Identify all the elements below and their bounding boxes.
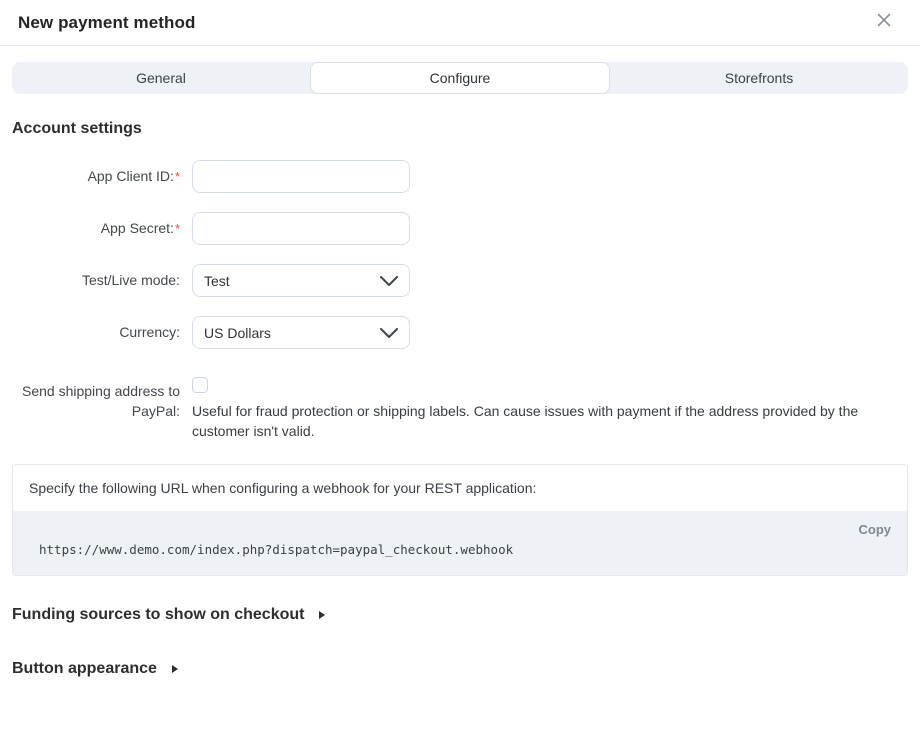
webhook-code-area: Copy https://www.demo.com/index.php?disp… <box>13 511 907 575</box>
test-live-mode-select[interactable]: Test <box>192 264 410 297</box>
test-live-mode-value: Test <box>204 273 230 289</box>
tab-configure[interactable]: Configure <box>310 62 610 94</box>
app-client-id-label-text: App Client ID: <box>88 168 174 184</box>
chevron-down-icon <box>380 273 398 289</box>
app-client-id-row: App Client ID:* <box>12 160 908 193</box>
tab-storefronts[interactable]: Storefronts <box>610 62 908 94</box>
currency-label: Currency: <box>12 316 180 349</box>
dialog-header: New payment method <box>0 0 920 46</box>
section-funding-sources[interactable]: Funding sources to show on checkout <box>12 606 908 624</box>
test-live-mode-row: Test/Live mode: Test <box>12 264 908 297</box>
app-secret-label: App Secret:* <box>12 212 180 245</box>
currency-value: US Dollars <box>204 325 271 341</box>
caret-right-icon <box>319 611 325 619</box>
webhook-url: https://www.demo.com/index.php?dispatch=… <box>29 542 891 557</box>
close-icon <box>876 12 892 33</box>
send-shipping-help-text: Useful for fraud protection or shipping … <box>192 401 888 441</box>
account-settings-heading: Account settings <box>12 120 908 138</box>
tab-general[interactable]: General <box>12 62 310 94</box>
account-settings-form: App Client ID:* App Secret:* Test/Live m… <box>12 160 908 441</box>
send-shipping-label: Send shipping address to PayPal: <box>12 377 180 441</box>
required-asterisk: * <box>175 221 180 236</box>
close-button[interactable] <box>872 11 896 35</box>
button-appearance-label: Button appearance <box>12 660 157 678</box>
app-client-id-label: App Client ID:* <box>12 160 180 193</box>
app-client-id-input[interactable] <box>192 160 410 193</box>
test-live-mode-label: Test/Live mode: <box>12 264 180 297</box>
dialog-title: New payment method <box>18 13 196 33</box>
send-shipping-row: Send shipping address to PayPal: Useful … <box>12 377 908 441</box>
send-shipping-checkbox[interactable] <box>192 377 208 393</box>
currency-select[interactable]: US Dollars <box>192 316 410 349</box>
required-asterisk: * <box>175 169 180 184</box>
caret-right-icon <box>172 665 178 673</box>
section-button-appearance[interactable]: Button appearance <box>12 660 908 678</box>
webhook-instruction: Specify the following URL when configuri… <box>13 465 907 511</box>
app-secret-row: App Secret:* <box>12 212 908 245</box>
chevron-down-icon <box>380 325 398 341</box>
tab-bar: General Configure Storefronts <box>12 62 908 94</box>
app-secret-label-text: App Secret: <box>101 220 174 236</box>
currency-row: Currency: US Dollars <box>12 316 908 349</box>
funding-sources-label: Funding sources to show on checkout <box>12 606 304 624</box>
copy-button[interactable]: Copy <box>859 522 892 537</box>
app-secret-input[interactable] <box>192 212 410 245</box>
webhook-box: Specify the following URL when configuri… <box>12 464 908 576</box>
